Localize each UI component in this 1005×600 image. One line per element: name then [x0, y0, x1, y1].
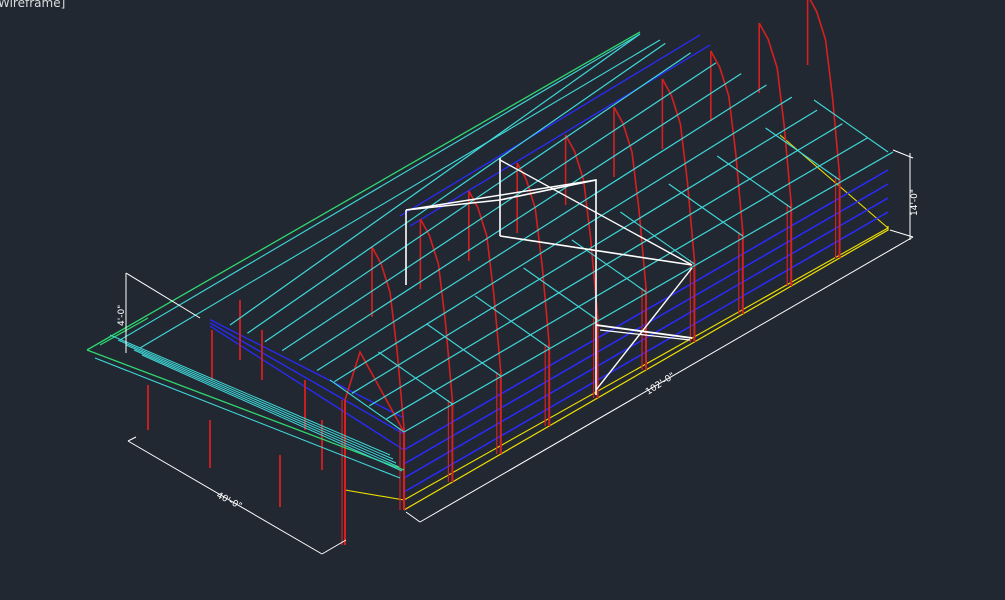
side-wall-girt: [409, 44, 711, 227]
roof-purlin: [474, 295, 550, 349]
base-outline: [344, 134, 889, 511]
width-extension-line: [321, 539, 347, 555]
roof-purlin: [378, 351, 453, 405]
canopy-purlin: [117, 339, 394, 460]
frame-rafter: [516, 162, 536, 209]
eave-height-dimension-text: 14'-0": [910, 189, 920, 216]
eave-strut: [139, 39, 661, 349]
width-dimension-text: 40'-0": [215, 491, 244, 512]
roof-purlin: [426, 323, 502, 377]
wireframe-model: 40'-0" 102'-0" 14'-0" 4'-0": [86, 0, 920, 555]
frame-rafter: [710, 50, 730, 97]
frame-rafter: [809, 0, 827, 41]
frame-rafter: [613, 106, 633, 153]
roof-purlin: [299, 73, 742, 361]
frame-rafter: [564, 134, 585, 181]
roof-purlin: [329, 379, 405, 433]
canopy-purlin: [125, 344, 397, 464]
roof-purlin: [765, 127, 840, 181]
frame-rafter: [631, 151, 647, 289]
roof-purlin: [668, 183, 744, 237]
canopy-purlin: [109, 334, 391, 456]
roof-purlin: [716, 155, 792, 209]
length-dimension-text: 102'-0": [644, 371, 677, 397]
frame-rafter: [389, 291, 405, 429]
drawing-viewport[interactable]: Wireframe] 40'-0" 102'-0" 14'-0" 4'-0": [0, 0, 1005, 600]
frame-rafter: [437, 263, 454, 401]
roof-purlin: [813, 99, 889, 153]
base-line: [344, 489, 405, 501]
canopy-height-extension-line: [125, 272, 201, 319]
roof-purlins: [119, 33, 894, 433]
frame-rafter: [661, 78, 682, 125]
length-extension-line: [405, 511, 421, 523]
canopy-purlin: [141, 354, 403, 472]
frame-rafter: [534, 207, 550, 345]
dimension-lines: [125, 149, 914, 555]
canopy-height-dimension-text: 4'-0": [117, 305, 127, 326]
roof-purlin: [247, 42, 666, 334]
frame-rafter: [758, 22, 778, 69]
width-extension-line: [127, 436, 137, 442]
